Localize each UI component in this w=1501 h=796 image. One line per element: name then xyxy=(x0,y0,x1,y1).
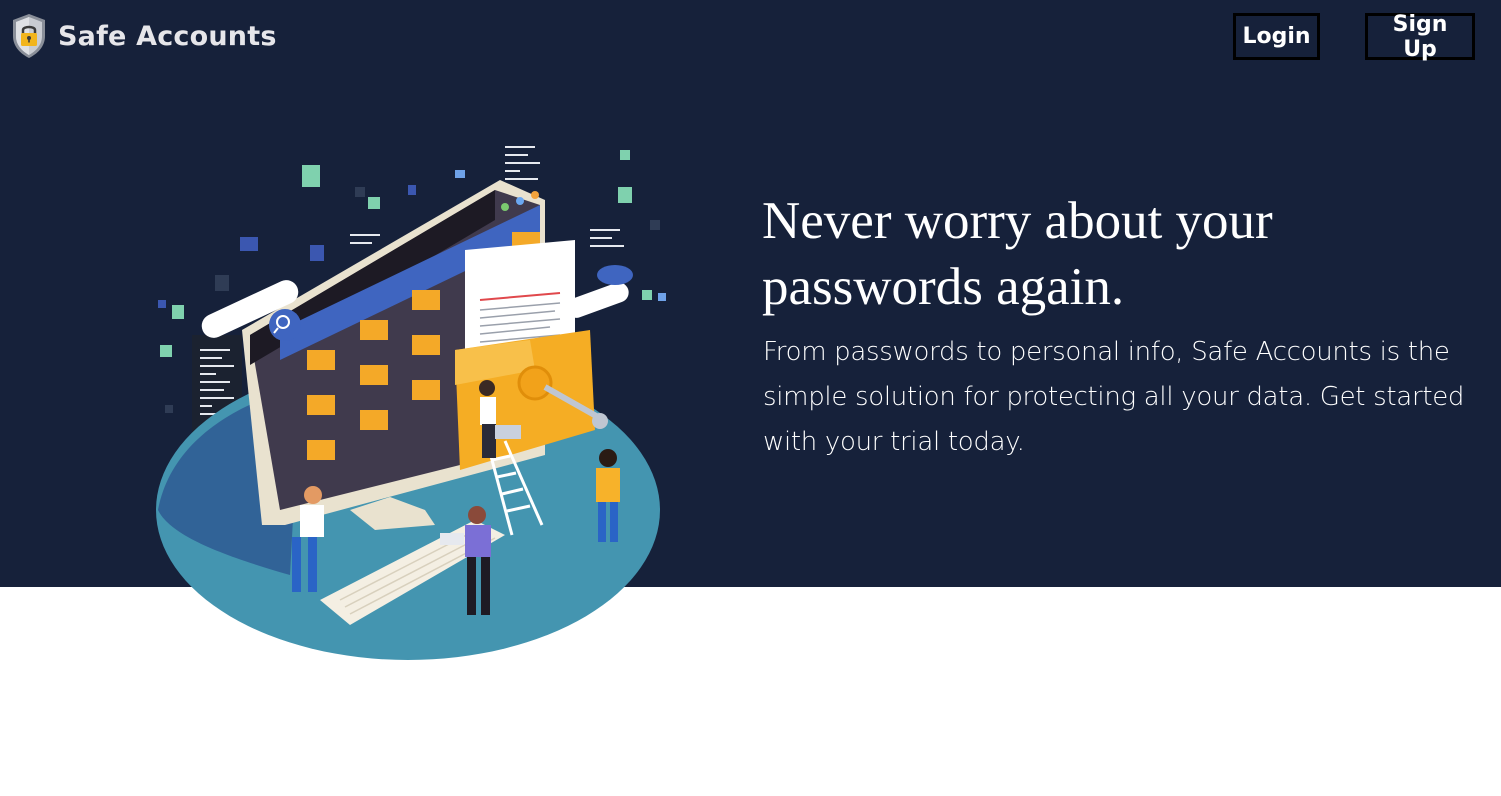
login-button[interactable]: Login xyxy=(1233,13,1320,60)
hero-section: Safe Accounts Login Sign Up Never worry … xyxy=(0,0,1501,660)
hero-headline: Never worry about your passwords again. xyxy=(762,192,1273,316)
brand-name: Safe Accounts xyxy=(58,20,277,52)
signup-button[interactable]: Sign Up xyxy=(1365,12,1475,62)
data-security-illustration xyxy=(156,146,666,660)
hero-subtext: From passwords to personal info, Safe Ac… xyxy=(763,337,1465,457)
shield-lock-icon xyxy=(13,14,45,58)
brand[interactable]: Safe Accounts xyxy=(10,12,277,60)
